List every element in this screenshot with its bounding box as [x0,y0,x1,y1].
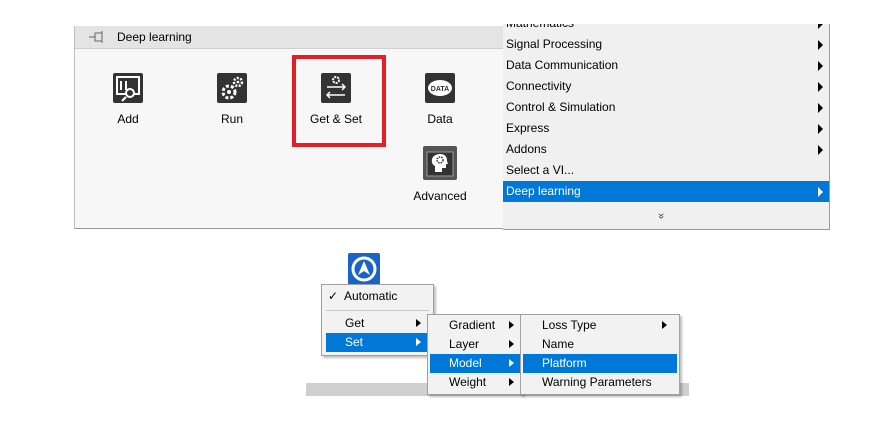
submenu-item-connectivity[interactable]: Connectivity [503,76,829,97]
data-label: Data [427,112,453,126]
submenu-item-signal-processing[interactable]: Signal Processing [503,34,829,55]
chevron-right-icon [818,40,823,50]
chevron-right-icon [818,124,823,134]
chevron-right-icon [662,321,667,329]
chevron-right-icon [818,24,823,29]
chevron-right-icon [818,61,823,71]
palette-title: Deep learning [117,30,192,44]
deep-learning-palette: Deep learning Add Run Get & Set DATA Dat… [74,26,506,229]
expand-more-icon[interactable]: » [655,213,667,219]
chevron-right-icon [818,187,823,197]
submenu-item-control-simulation[interactable]: Control & Simulation [503,97,829,118]
chevron-right-icon [509,340,514,348]
chevron-right-icon [818,82,823,92]
functions-submenu: Mathematics Signal Processing Data Commu… [503,24,830,230]
add-tile[interactable]: Add [88,73,168,126]
menu-item-get[interactable]: Get [326,314,429,333]
context-menu: ✓ Automatic Get Set [321,284,434,356]
add-label: Add [117,112,139,126]
gears-icon [217,73,247,103]
vi-node-icon[interactable] [348,253,380,285]
submenu-item-addons[interactable]: Addons [503,139,829,160]
menu-item-warning-parameters[interactable]: Warning Parameters [523,373,677,392]
palette-header: Deep learning [75,26,506,49]
submenu-item-express[interactable]: Express [503,118,829,139]
menu-item-layer[interactable]: Layer [430,335,520,354]
advanced-folder-icon [423,146,457,180]
submenu-item-mathematics[interactable]: Mathematics [503,24,829,34]
submenu-item-select-vi[interactable]: Select a VI... [503,160,829,181]
chevron-right-icon [509,321,514,329]
highlight-box [292,55,386,147]
submenu-item-deep-learning[interactable]: Deep learning [503,181,829,202]
menu-item-automatic[interactable]: ✓ Automatic [322,287,433,306]
data-tile[interactable]: DATA Data [400,73,480,126]
menu-item-loss-type[interactable]: Loss Type [523,316,677,335]
chevron-right-icon [818,145,823,155]
data-icon: DATA [425,73,455,103]
chevron-right-icon [416,319,421,327]
check-icon: ✓ [328,289,339,303]
data-icon-text: DATA [431,86,449,93]
run-tile[interactable]: Run [192,73,272,126]
set-submenu: Gradient Layer Model Weight [427,314,523,395]
menu-item-name[interactable]: Name [523,335,677,354]
menu-item-gradient[interactable]: Gradient [430,316,520,335]
advanced-tile[interactable]: Advanced [400,146,480,203]
chevron-right-icon [509,359,514,367]
menu-item-platform[interactable]: Platform [523,354,677,373]
add-vi-icon [113,73,143,103]
model-submenu: Loss Type Name Platform Warning Paramete… [520,314,680,395]
chevron-right-icon [416,338,421,346]
submenu-item-data-communication[interactable]: Data Communication [503,55,829,76]
pin-icon[interactable] [89,31,105,43]
chevron-right-icon [509,378,514,386]
run-label: Run [220,112,243,126]
menu-item-weight[interactable]: Weight [430,373,520,392]
menu-item-set[interactable]: Set [326,333,429,352]
menu-separator [326,310,429,311]
advanced-label: Advanced [413,189,467,203]
chevron-right-icon [818,103,823,113]
menu-item-model[interactable]: Model [430,354,520,373]
